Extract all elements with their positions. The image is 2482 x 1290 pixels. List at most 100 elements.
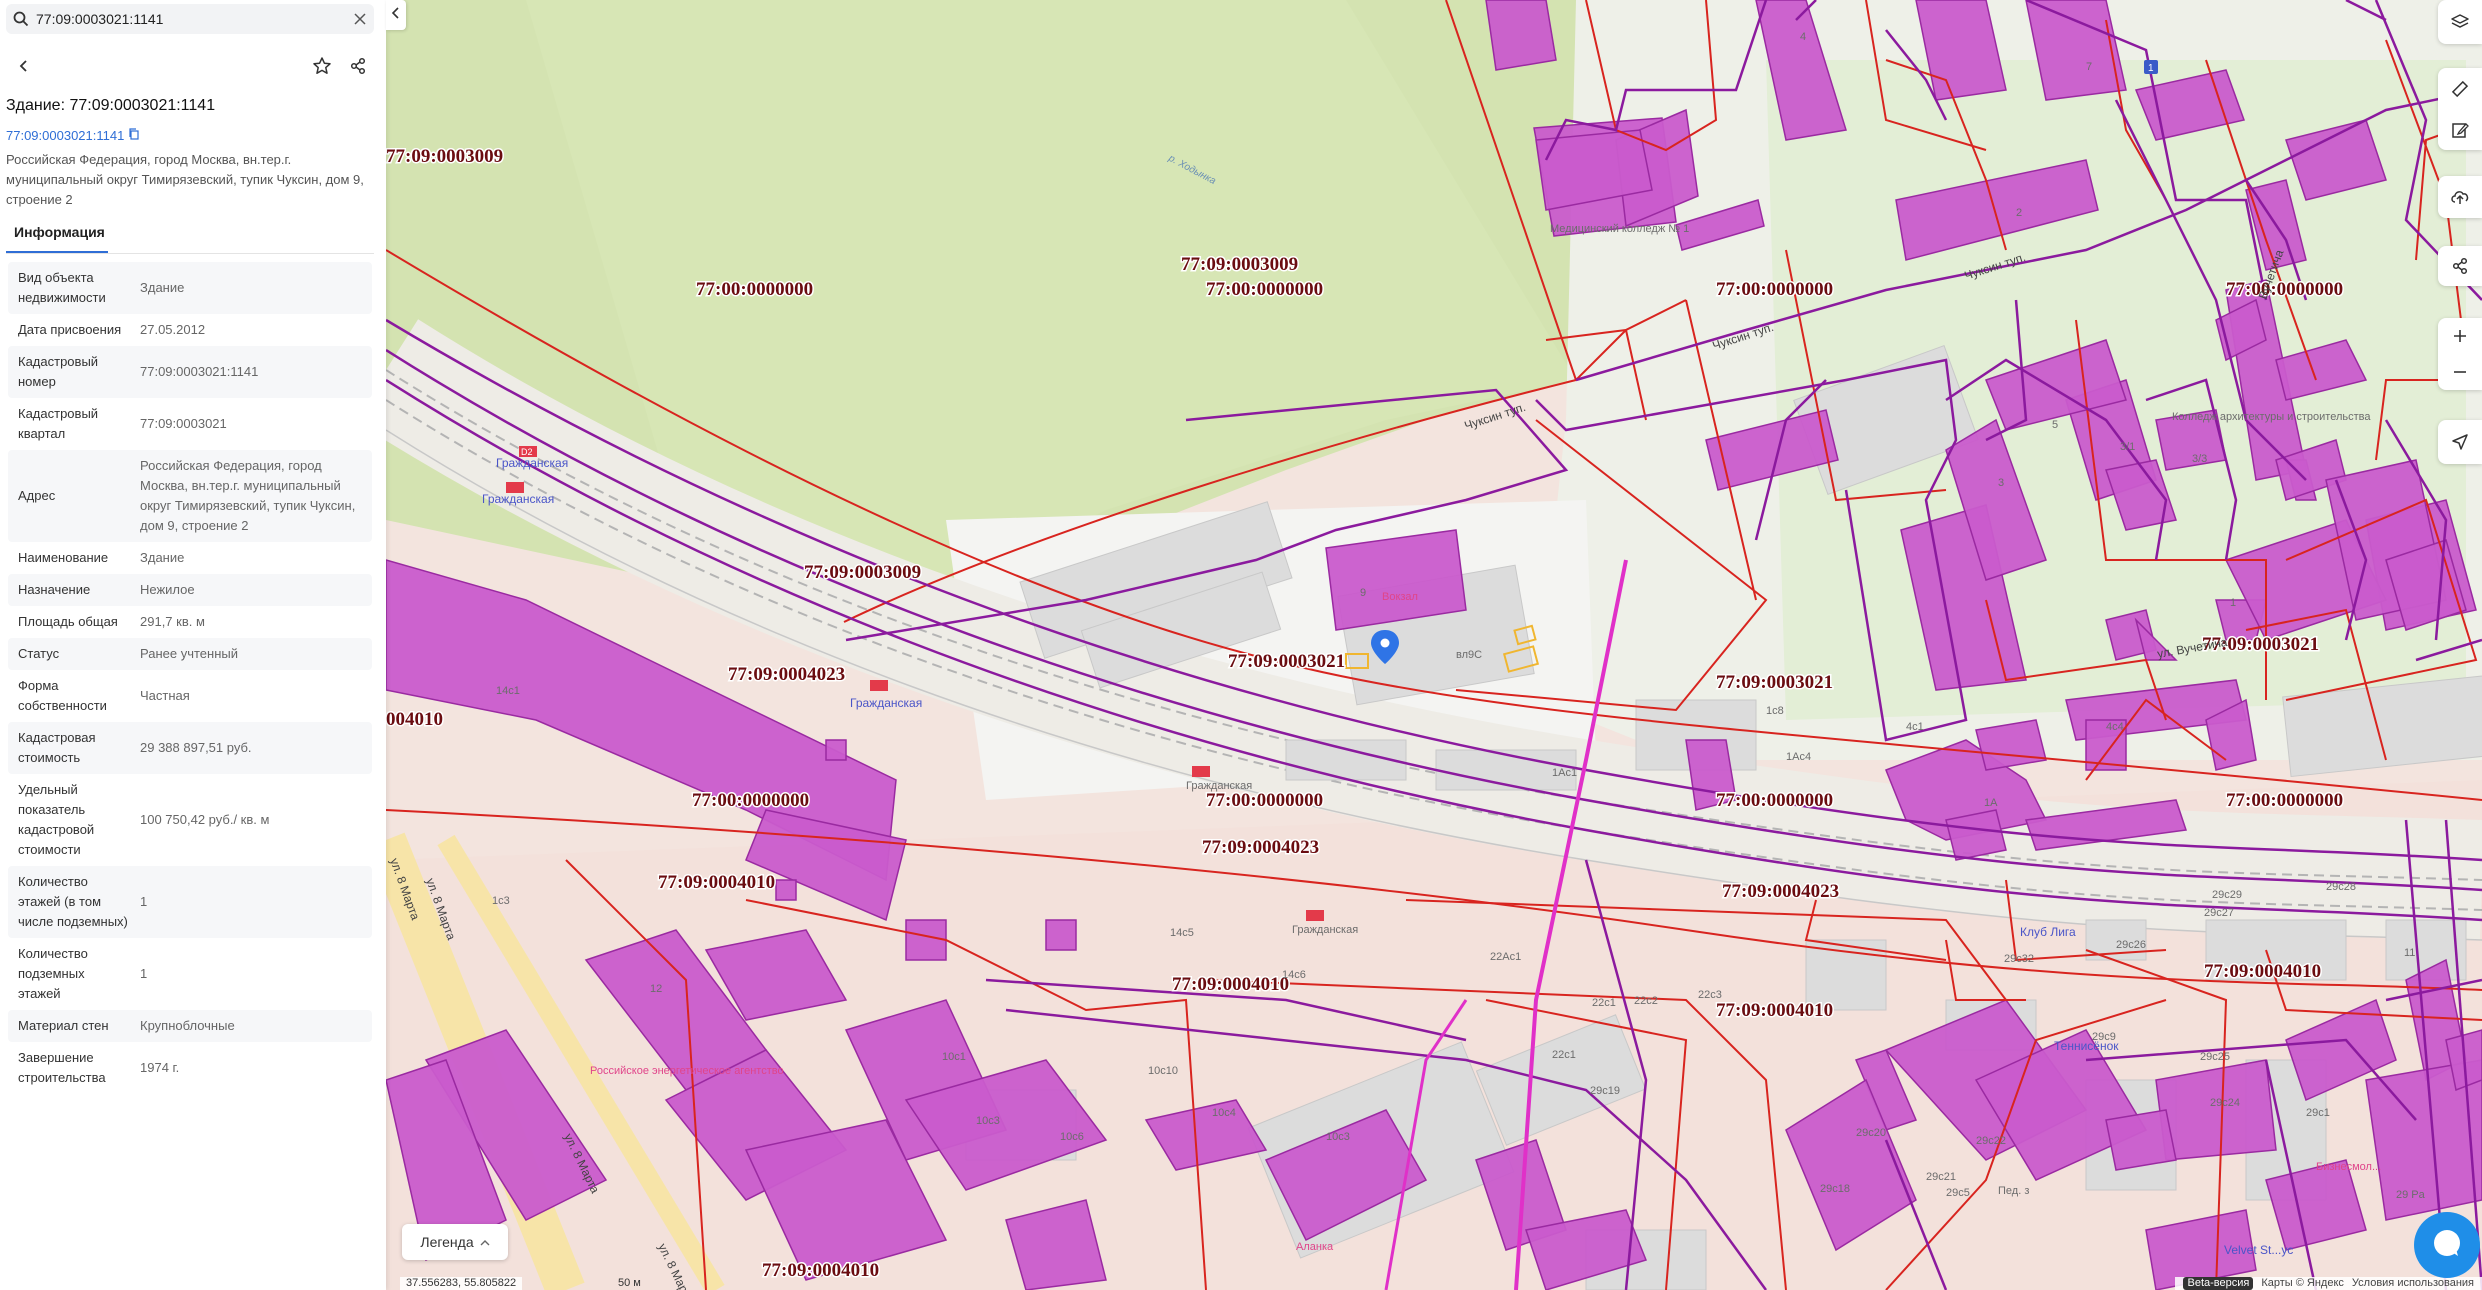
building-label: 10с4 xyxy=(1212,1107,1236,1119)
beta-badge: Beta-версия xyxy=(2183,1277,2254,1290)
map-view[interactable]: 77:00:0000000 77:09:0003009 77:00:000000… xyxy=(386,0,2482,1290)
zoom-in-icon[interactable] xyxy=(2438,318,2482,354)
building-label: 22с1 xyxy=(1592,997,1616,1009)
tools-control xyxy=(2438,68,2482,150)
info-row-value: Нежилое xyxy=(140,582,195,597)
building-label: 7 xyxy=(2086,61,2092,73)
building-label: 10с3 xyxy=(976,1115,1000,1127)
locate-icon[interactable] xyxy=(2438,420,2482,464)
building-label: 29с22 xyxy=(1976,1135,2006,1147)
upload-icon[interactable] xyxy=(2438,176,2482,218)
poi-label[interactable]: Российское энергетическое агентство xyxy=(590,1065,784,1077)
share-map-icon[interactable] xyxy=(2438,246,2482,286)
cad-number-text[interactable]: 77:09:0003021:1141 xyxy=(6,128,124,143)
station-label[interactable]: Гражданская xyxy=(496,456,568,470)
collapse-icon xyxy=(391,6,401,25)
building-label: 14с1 xyxy=(496,685,520,697)
poi-label[interactable]: Вокзал xyxy=(1382,591,1418,603)
cad-label: 77:00:0000000 xyxy=(696,279,813,300)
cursor-coordinates: 37.556283, 55.805822 xyxy=(400,1277,523,1290)
info-row-value: Частная xyxy=(140,688,190,703)
poi-label[interactable]: Бизнесмол... xyxy=(2316,1161,2381,1173)
ruler-icon[interactable] xyxy=(2438,68,2482,109)
info-row-key: Дата присвоения xyxy=(18,322,122,337)
info-row: Кадастровый номер 77:09:0003021:1141 xyxy=(8,346,372,398)
layers-icon[interactable] xyxy=(2438,0,2482,44)
info-row-key: Статус xyxy=(18,646,60,661)
upload-control xyxy=(2438,176,2482,218)
railway-line-badge xyxy=(1192,766,1210,777)
info-row-key: Площадь общая xyxy=(18,614,118,629)
info-panel: Здание: 77:09:0003021:1141 77:09:0003021… xyxy=(0,0,386,1290)
info-row-key: Кадастровая стоимость xyxy=(18,730,96,765)
cad-label: 77:09:0003009 xyxy=(1181,254,1298,275)
poi-label[interactable]: Клуб Лига xyxy=(2020,925,2076,939)
zoom-control xyxy=(2438,318,2482,390)
station-label[interactable]: Гражданская xyxy=(850,696,922,710)
building-label: 10с6 xyxy=(1060,1131,1084,1143)
building-label: 3/3 xyxy=(2192,453,2207,465)
building-label: 29 Pa xyxy=(2396,1189,2426,1201)
cad-label: 77:09:0004010 xyxy=(658,872,775,893)
collapse-panel-button[interactable] xyxy=(386,0,406,30)
close-icon[interactable] xyxy=(346,5,374,33)
chat-icon xyxy=(2430,1226,2464,1265)
copy-icon[interactable] xyxy=(128,128,140,143)
building-label: 4 xyxy=(1800,31,1806,43)
info-row: Количество этажей (в том числе подземных… xyxy=(8,866,372,938)
share-map-control xyxy=(2438,246,2482,286)
building-label: 12 xyxy=(650,983,662,995)
info-row-key: Адрес xyxy=(18,488,56,503)
building-label: 14с5 xyxy=(1170,927,1194,939)
poi-label[interactable]: Пед. з xyxy=(1998,1185,2029,1197)
edit-icon[interactable] xyxy=(2438,109,2482,150)
railway-line-badge xyxy=(1306,910,1324,921)
info-row-key: Кадастровый номер xyxy=(18,354,99,389)
terms-link[interactable]: Условия использования xyxy=(2352,1277,2474,1290)
info-table: Вид объекта недвижимости Здание Дата присв… xyxy=(8,262,372,1094)
station-label[interactable]: Гражданская xyxy=(482,492,554,506)
info-row: Дата присвоения 27.05.2012 xyxy=(8,314,372,346)
star-icon[interactable] xyxy=(310,54,334,78)
cad-label: 77:00:0000000 xyxy=(1206,279,1323,300)
poi-label[interactable]: Медицинский колледж № 1 xyxy=(1550,223,1689,235)
info-row-value: 1 xyxy=(140,894,148,909)
zoom-out-icon[interactable] xyxy=(2438,354,2482,390)
info-row-key: Завершение строительства xyxy=(18,1050,106,1085)
building-label: 1с3 xyxy=(492,895,510,907)
poi-label[interactable]: Колледж архитектуры и строительства xyxy=(2172,411,2371,423)
share-icon[interactable] xyxy=(346,54,370,78)
search-bar xyxy=(6,4,374,34)
chat-button[interactable] xyxy=(2414,1212,2480,1278)
back-icon[interactable] xyxy=(12,54,36,78)
building-label: 22с1 xyxy=(1552,1049,1576,1061)
building-label: 14с6 xyxy=(1282,969,1306,981)
cad-number-link[interactable]: 77:09:0003021:1141 xyxy=(6,128,140,143)
info-row-value: 291,7 кв. м xyxy=(140,614,205,629)
info-row: Количество подземных этажей 1 xyxy=(8,938,372,1010)
copyright-text[interactable]: Карты © Яндекс xyxy=(2261,1277,2344,1290)
legend-button[interactable]: Легенда xyxy=(402,1224,508,1260)
building-label: 1А xyxy=(1984,797,1998,809)
info-row-key: Материал стен xyxy=(18,1018,109,1033)
station-label[interactable]: Гражданская xyxy=(1292,924,1358,936)
info-row-key: Удельный показатель кадастровой стоимост… xyxy=(18,782,95,857)
building-label: 4с4 xyxy=(2106,721,2124,733)
info-row-value: 77:09:0003021 xyxy=(140,416,227,431)
building-label: 29с28 xyxy=(2326,881,2356,893)
building-label: 29с24 xyxy=(2210,1097,2240,1109)
building-label: 2 xyxy=(2016,207,2022,219)
tab-information[interactable]: Информация xyxy=(14,224,105,240)
cad-label: 77:09:0004023 xyxy=(1722,881,1839,902)
station-label[interactable]: Гражданская xyxy=(1186,780,1252,792)
map-canvas[interactable]: 77:00:0000000 77:09:0003009 77:00:000000… xyxy=(386,0,2482,1290)
building-label: 22с2 xyxy=(1634,995,1658,1007)
cad-label: 77:09:0003009 xyxy=(386,146,503,167)
search-input[interactable] xyxy=(36,11,346,27)
poi-label[interactable]: Аланка xyxy=(1296,1241,1334,1253)
info-row-value: 27.05.2012 xyxy=(140,322,206,337)
tab-divider xyxy=(6,253,374,254)
info-row: Адрес Российская Федерация, город Москва,… xyxy=(8,450,372,542)
cad-label: 77:09:0004023 xyxy=(728,664,845,685)
poi-label[interactable]: Velvet St...ус xyxy=(2224,1243,2293,1257)
